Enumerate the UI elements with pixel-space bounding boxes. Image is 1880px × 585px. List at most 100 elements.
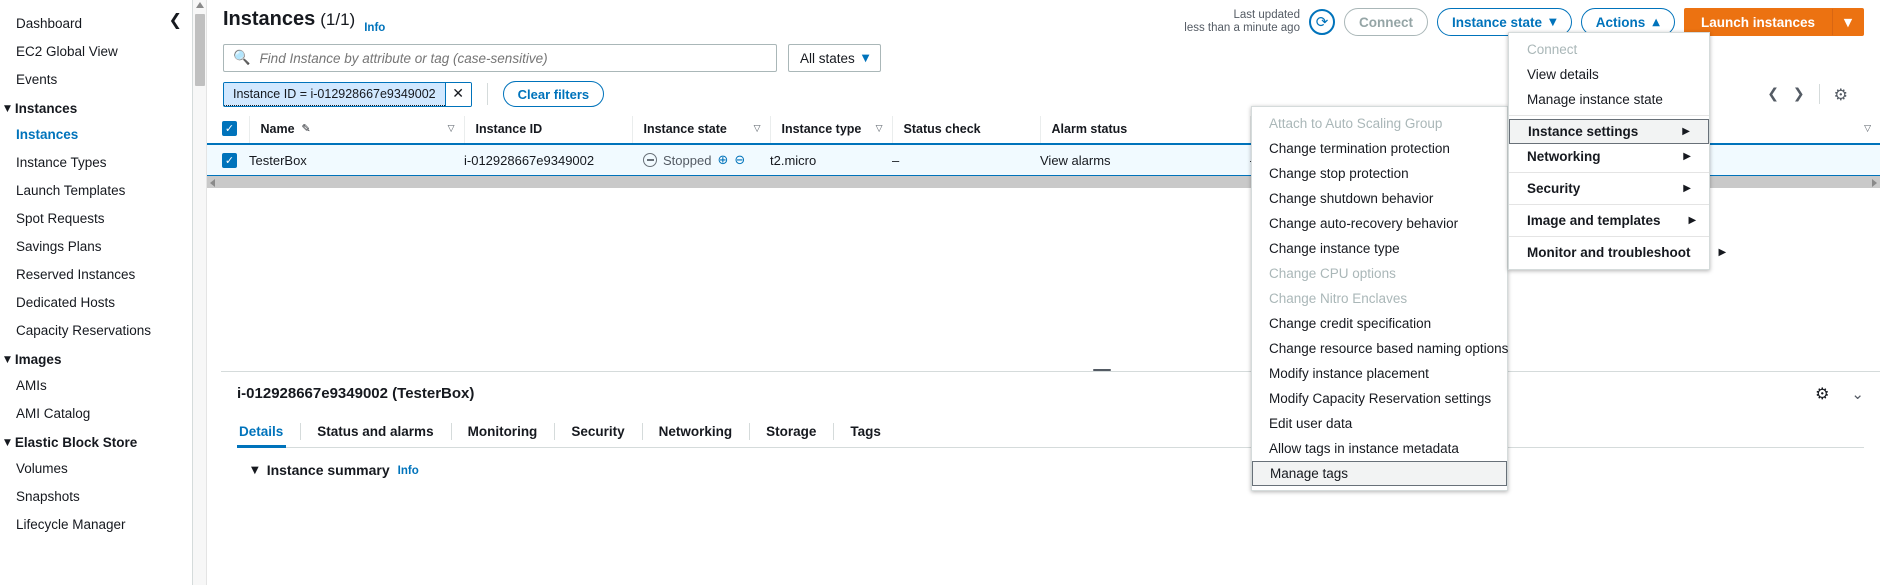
scrollbar-thumb[interactable] <box>195 14 205 86</box>
sidebar-item-ec2-global-view[interactable]: EC2 Global View <box>0 38 192 66</box>
sidebar-group-elastic-block-store[interactable]: ▼Elastic Block Store <box>0 428 192 455</box>
instance-summary-info-link[interactable]: Info <box>398 465 419 477</box>
sidebar-item-volumes[interactable]: Volumes <box>0 455 192 483</box>
gear-icon[interactable]: ⚙ <box>1815 384 1829 403</box>
tab-networking[interactable]: Networking <box>642 416 750 447</box>
sidebar-group-instances[interactable]: ▼Instances <box>0 94 192 121</box>
sidebar-item-launch-templates[interactable]: Launch Templates <box>0 177 192 205</box>
zoom-out-icon[interactable]: ⊖ <box>734 153 745 168</box>
tab-storage[interactable]: Storage <box>749 416 833 447</box>
page-info-link[interactable]: Info <box>364 22 385 34</box>
launch-instances-caret-icon[interactable]: ▼ <box>1832 8 1864 36</box>
toolbar-divider <box>1819 84 1820 104</box>
scroll-up-arrow-icon[interactable] <box>196 2 204 8</box>
tab-details[interactable]: Details <box>237 416 300 447</box>
search-input[interactable] <box>257 50 767 67</box>
tab-status-and-alarms[interactable]: Status and alarms <box>300 416 450 447</box>
chevron-down-icon[interactable]: ⌄ <box>1851 385 1864 403</box>
chevron-down-icon: ▼ <box>1549 17 1557 28</box>
sidebar-item-savings-plans[interactable]: Savings Plans <box>0 233 192 261</box>
submenu-item-change-auto-recovery-behavior[interactable]: Change auto-recovery behavior <box>1252 211 1507 236</box>
actions-label: Actions <box>1596 15 1646 30</box>
sort-icon[interactable]: ▽ <box>448 124 455 134</box>
sidebar-item-dashboard[interactable]: Dashboard <box>0 10 192 38</box>
submenu-item-change-termination-protection[interactable]: Change termination protection <box>1252 136 1507 161</box>
edit-pencil-icon[interactable]: ✎ <box>302 122 311 135</box>
menu-item-manage-instance-state[interactable]: Manage instance state <box>1509 87 1709 112</box>
sidebar-group-label: Images <box>15 352 62 367</box>
filter-token-remove-icon[interactable]: ✕ <box>445 83 471 106</box>
submenu-item-edit-user-data[interactable]: Edit user data <box>1252 411 1507 436</box>
details-header: i-012928667e9349002 (TesterBox) ⚙ ⌄ <box>221 372 1880 403</box>
submenu-item-change-stop-protection[interactable]: Change stop protection <box>1252 161 1507 186</box>
select-all-checkbox[interactable]: ✓ <box>222 121 237 136</box>
menu-item-monitor-and-troubleshoot[interactable]: Monitor and troubleshoot▶ <box>1509 240 1709 265</box>
menu-item-networking[interactable]: Networking▶ <box>1509 144 1709 169</box>
column-label: Instance ID <box>476 122 543 136</box>
menu-item-view-details[interactable]: View details <box>1509 62 1709 87</box>
row-checkbox[interactable]: ✓ <box>222 153 237 168</box>
column-header-status-check[interactable]: Status check <box>892 116 1040 144</box>
menu-separator <box>1509 236 1709 237</box>
select-all-header: ✓ <box>207 116 249 144</box>
cell-instance-id[interactable]: i-012928667e9349002 <box>464 144 632 176</box>
page-vertical-scrollbar[interactable] <box>193 0 207 585</box>
tab-security[interactable]: Security <box>554 416 641 447</box>
refresh-icon[interactable]: ⟳ <box>1309 9 1335 35</box>
sidebar-item-amis[interactable]: AMIs <box>0 372 192 400</box>
column-header-instance-id[interactable]: Instance ID <box>464 116 632 144</box>
gear-icon[interactable]: ⚙ <box>1834 85 1848 104</box>
zoom-in-icon[interactable]: ⊕ <box>717 153 728 168</box>
menu-item-image-and-templates[interactable]: Image and templates▶ <box>1509 208 1709 233</box>
cell-alarm-status[interactable]: View alarms <box>1040 144 1250 176</box>
column-header-instance-type[interactable]: Instance type ▽ <box>770 116 892 144</box>
submenu-item-modify-instance-placement[interactable]: Modify instance placement <box>1252 361 1507 386</box>
submenu-item-manage-tags[interactable]: Manage tags <box>1252 461 1507 486</box>
sidebar-item-lifecycle-manager[interactable]: Lifecycle Manager <box>0 511 192 539</box>
sidebar-item-dedicated-hosts[interactable]: Dedicated Hosts <box>0 289 192 317</box>
tab-monitoring[interactable]: Monitoring <box>451 416 555 447</box>
sidebar-item-reserved-instances[interactable]: Reserved Instances <box>0 261 192 289</box>
scroll-right-arrow-icon[interactable] <box>1872 179 1877 187</box>
sidebar-item-ami-catalog[interactable]: AMI Catalog <box>0 400 192 428</box>
submenu-item-modify-capacity-reservation-settings[interactable]: Modify Capacity Reservation settings <box>1252 386 1507 411</box>
sidebar-item-snapshots[interactable]: Snapshots <box>0 483 192 511</box>
ec2-console: ❮ DashboardEC2 Global ViewEvents▼Instanc… <box>0 0 1880 585</box>
caret-down-icon: ▼ <box>4 438 11 448</box>
scroll-left-arrow-icon[interactable] <box>210 179 215 187</box>
submenu-item-change-instance-type[interactable]: Change instance type <box>1252 236 1507 261</box>
connect-button[interactable]: Connect <box>1344 8 1428 36</box>
submenu-item-change-credit-specification[interactable]: Change credit specification <box>1252 311 1507 336</box>
next-page-icon[interactable]: ❯ <box>1793 86 1805 102</box>
column-header-instance-state[interactable]: Instance state ▽ <box>632 116 770 144</box>
menu-separator <box>1509 172 1709 173</box>
sidebar-collapse-icon[interactable]: ❮ <box>169 12 182 28</box>
column-header-name[interactable]: Name ✎ ▽ <box>249 116 464 144</box>
column-header-alarm-status[interactable]: Alarm status <box>1040 116 1250 144</box>
submenu-item-allow-tags-in-instance-metadata[interactable]: Allow tags in instance metadata <box>1252 436 1507 461</box>
sidebar-item-events[interactable]: Events <box>0 66 192 94</box>
sort-icon[interactable]: ▽ <box>1864 124 1871 134</box>
menu-item-instance-settings[interactable]: Instance settings▶ <box>1509 119 1709 144</box>
filter-token-label: Instance ID = i-012928667e9349002 <box>224 83 445 106</box>
submenu-arrow-icon: ▶ <box>1661 215 1697 226</box>
sort-icon[interactable]: ▽ <box>876 124 883 134</box>
submenu-item-change-shutdown-behavior[interactable]: Change shutdown behavior <box>1252 186 1507 211</box>
sidebar-group-images[interactable]: ▼Images <box>0 345 192 372</box>
menu-item-security[interactable]: Security▶ <box>1509 176 1709 201</box>
page-title: Instances <box>223 8 315 30</box>
sidebar-item-capacity-reservations[interactable]: Capacity Reservations <box>0 317 192 345</box>
sidebar-item-instances[interactable]: Instances <box>0 121 192 149</box>
sidebar-item-instance-types[interactable]: Instance Types <box>0 149 192 177</box>
sidebar-item-spot-requests[interactable]: Spot Requests <box>0 205 192 233</box>
sort-icon[interactable]: ▽ <box>754 124 761 134</box>
submenu-item-change-resource-based-naming-options[interactable]: Change resource based naming options <box>1252 336 1507 361</box>
tab-tags[interactable]: Tags <box>833 416 898 447</box>
search-box[interactable]: 🔍 <box>223 44 777 72</box>
filter-token[interactable]: Instance ID = i-012928667e9349002 ✕ <box>223 82 472 107</box>
caret-down-icon[interactable]: ▼ <box>251 465 259 476</box>
all-states-dropdown[interactable]: All states ▼ <box>788 44 881 72</box>
cell-instance-type: t2.micro <box>770 144 892 176</box>
clear-filters-button[interactable]: Clear filters <box>503 81 605 107</box>
prev-page-icon[interactable]: ❮ <box>1767 86 1779 102</box>
